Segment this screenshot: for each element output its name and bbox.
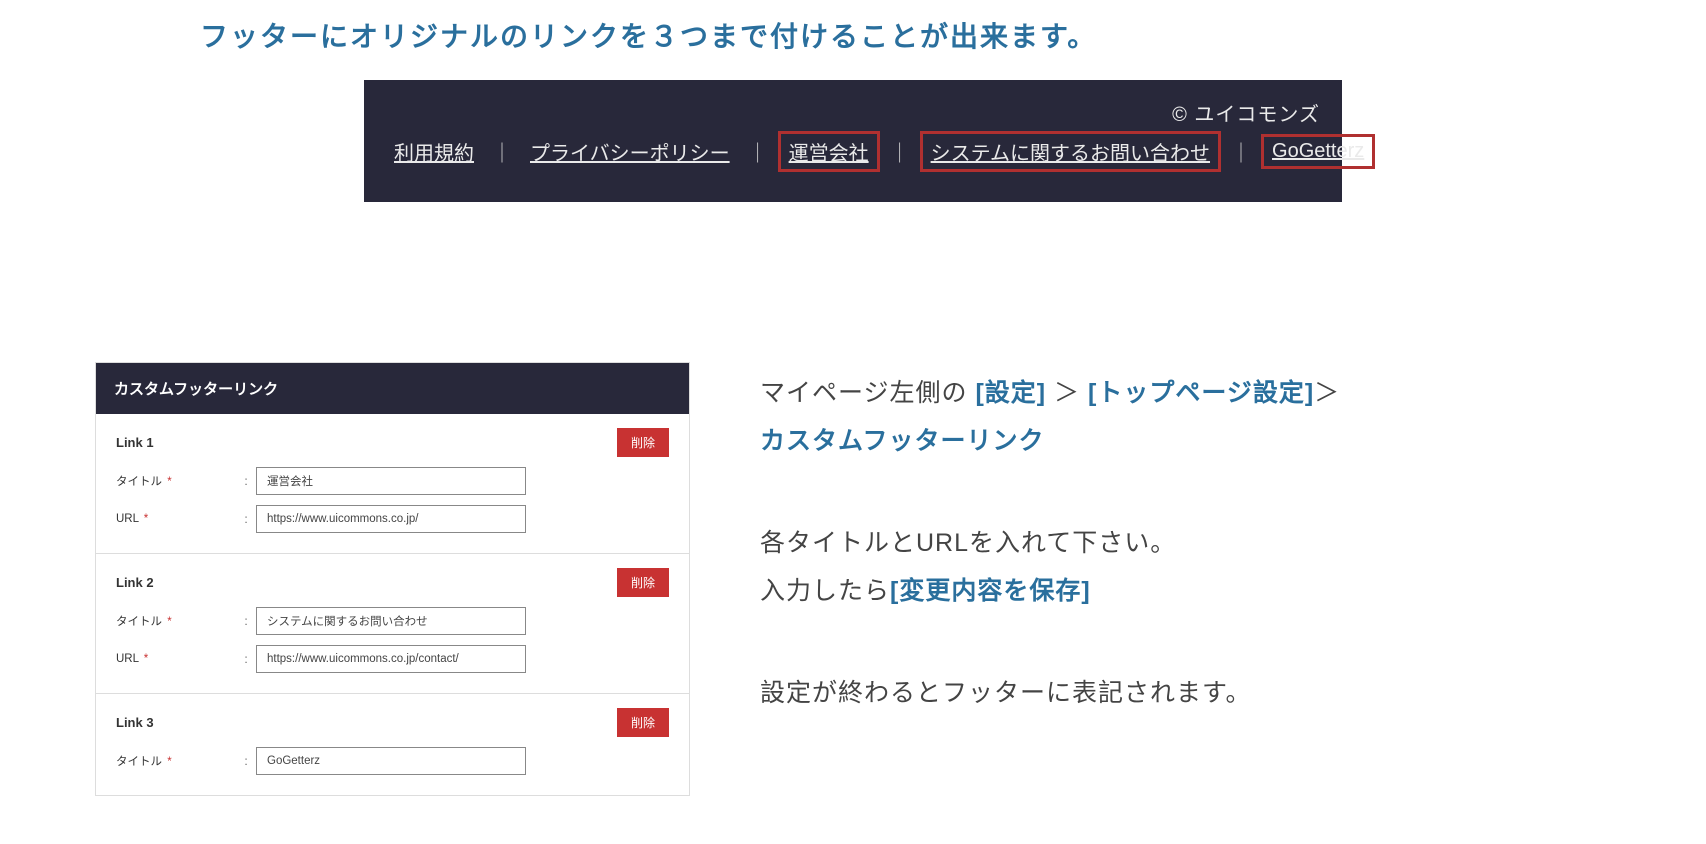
- link-block-3: Link 3 削除 タイトル * :: [96, 694, 689, 795]
- footer-preview: © ユイコモンズ 利用規約 ｜ プライバシーポリシー ｜ 運営会社 ｜ システム…: [364, 80, 1342, 202]
- separator: ｜: [492, 137, 512, 166]
- title-input[interactable]: [256, 467, 526, 495]
- instructions-column: マイページ左側の [設定] ＞ [トップページ設定]＞ カスタムフッターリンク …: [760, 362, 1606, 796]
- instruction-paragraph-2: 各タイトルとURLを入れて下さい。 入力したら[変更内容を保存]: [760, 520, 1606, 615]
- link-block-1: Link 1 削除 タイトル * : URL * :: [96, 414, 689, 554]
- colon: :: [236, 754, 256, 768]
- highlight-save-changes: [変更内容を保存]: [890, 577, 1091, 605]
- footer-link[interactable]: 利用規約: [386, 133, 482, 170]
- field-label-title: タイトル *: [116, 753, 236, 769]
- link-section-title: Link 1: [116, 435, 154, 450]
- field-label-title: タイトル *: [116, 473, 236, 489]
- separator: ｜: [1231, 137, 1251, 166]
- footer-links-row: 利用規約 ｜ プライバシーポリシー ｜ 運営会社 ｜ システムに関するお問い合わ…: [386, 131, 1320, 172]
- url-input[interactable]: [256, 505, 526, 533]
- url-input[interactable]: [256, 645, 526, 673]
- admin-panel-column: カスタムフッターリンク Link 1 削除 タイトル * : URL * :: [95, 362, 690, 796]
- colon: :: [236, 512, 256, 526]
- delete-button[interactable]: 削除: [617, 428, 669, 457]
- page-heading: フッターにオリジナルのリンクを３つまで付けることが出来ます。: [0, 0, 1706, 80]
- highlight-custom-footer-link: カスタムフッターリンク: [760, 427, 1045, 455]
- separator: ｜: [890, 137, 910, 166]
- link-section-title: Link 2: [116, 575, 154, 590]
- highlight-settings: [設定]: [975, 379, 1046, 407]
- footer-link-highlighted[interactable]: システムに関するお問い合わせ: [920, 131, 1221, 172]
- delete-button[interactable]: 削除: [617, 568, 669, 597]
- instruction-paragraph-3: 設定が終わるとフッターに表記されます。: [760, 670, 1606, 718]
- colon: :: [236, 614, 256, 628]
- footer-link[interactable]: プライバシーポリシー: [522, 133, 738, 170]
- title-input[interactable]: [256, 607, 526, 635]
- footer-link-highlighted[interactable]: GoGetterz: [1261, 134, 1375, 169]
- footer-link-highlighted[interactable]: 運営会社: [778, 131, 880, 172]
- separator: ｜: [748, 137, 768, 166]
- highlight-toppage-settings: [トップページ設定]: [1088, 379, 1314, 407]
- panel-header: カスタムフッターリンク: [96, 363, 689, 414]
- colon: :: [236, 474, 256, 488]
- link-block-2: Link 2 削除 タイトル * : URL * :: [96, 554, 689, 694]
- instruction-paragraph-1: マイページ左側の [設定] ＞ [トップページ設定]＞ カスタムフッターリンク: [760, 370, 1606, 465]
- field-label-url: URL *: [116, 513, 236, 525]
- delete-button[interactable]: 削除: [617, 708, 669, 737]
- link-section-title: Link 3: [116, 715, 154, 730]
- lower-section: カスタムフッターリンク Link 1 削除 タイトル * : URL * :: [0, 242, 1706, 796]
- copyright-text: © ユイコモンズ: [386, 98, 1320, 127]
- field-label-url: URL *: [116, 653, 236, 665]
- footer-preview-container: © ユイコモンズ 利用規約 ｜ プライバシーポリシー ｜ 運営会社 ｜ システム…: [0, 80, 1706, 242]
- custom-footer-panel: カスタムフッターリンク Link 1 削除 タイトル * : URL * :: [95, 362, 690, 796]
- field-label-title: タイトル *: [116, 613, 236, 629]
- title-input[interactable]: [256, 747, 526, 775]
- colon: :: [236, 652, 256, 666]
